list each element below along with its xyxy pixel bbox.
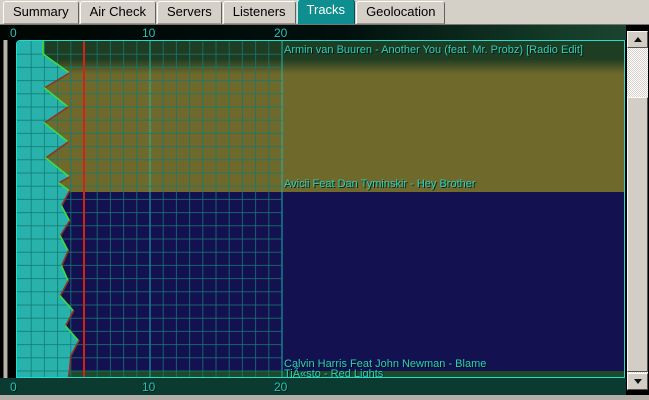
bottom-axis-strip [0, 378, 626, 395]
scroll-down-button[interactable] [627, 373, 648, 390]
chart-area: 0 10 20 0 10 20 Armin van Buuren - Anoth… [0, 25, 649, 400]
bottom-axis-tick-0: 0 [10, 380, 17, 394]
tab-air-check[interactable]: Air Check [80, 1, 156, 24]
scroll-up-button[interactable] [627, 31, 648, 48]
bottom-axis-tick-10: 10 [142, 380, 155, 394]
tab-servers[interactable]: Servers [157, 1, 222, 24]
tab-bar: Summary Air Check Servers Listeners Trac… [0, 0, 649, 25]
scroll-up-icon [634, 37, 642, 42]
track-label: TiÃ«sto - Red Lights [284, 368, 383, 378]
bottom-axis-tick-20: 20 [274, 380, 287, 394]
tracks-statistics-window: Summary Air Check Servers Listeners Trac… [0, 0, 649, 400]
vertical-scrollbar[interactable] [627, 31, 648, 390]
scroll-down-icon [634, 379, 642, 384]
tab-listeners[interactable]: Listeners [223, 1, 296, 24]
tab-tracks[interactable]: Tracks [297, 0, 356, 24]
top-axis-tick-0: 0 [10, 26, 17, 40]
track-label: Avicii Feat Dan Tyminskir - Hey Brother [284, 178, 476, 190]
top-axis-tick-20: 20 [274, 26, 287, 40]
scrollbar-track[interactable] [627, 48, 648, 373]
listeners-area-chart [17, 41, 624, 377]
track-label: Armin van Buuren - Another You (feat. Mr… [284, 44, 583, 56]
scrollbar-thumb[interactable] [627, 97, 648, 372]
window-edge-strip [3, 25, 8, 400]
tab-summary[interactable]: Summary [3, 1, 79, 24]
tab-geolocation[interactable]: Geolocation [356, 1, 445, 24]
top-axis-strip [0, 25, 626, 40]
plot-area: Armin van Buuren - Another You (feat. Mr… [16, 40, 625, 378]
window-bottom-edge [0, 395, 649, 400]
top-axis-tick-10: 10 [142, 26, 155, 40]
